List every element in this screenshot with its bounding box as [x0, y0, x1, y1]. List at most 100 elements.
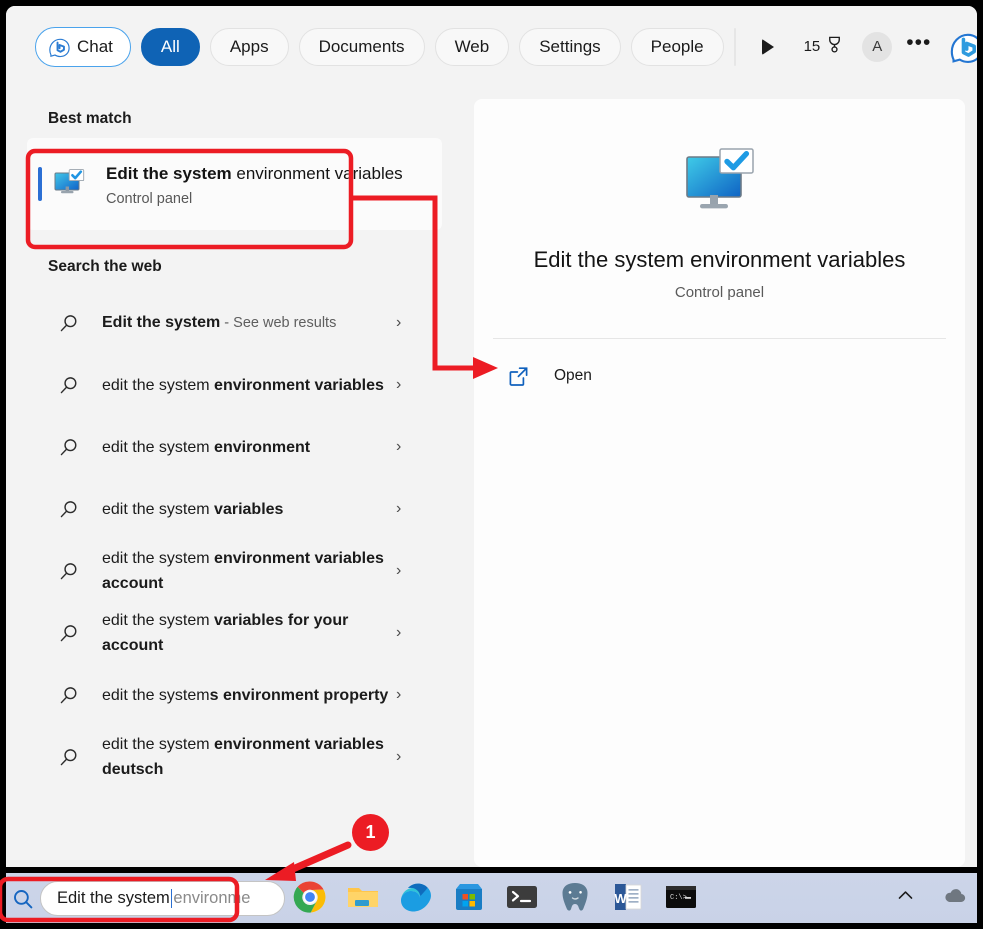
- filter-pill-web-label: Web: [455, 37, 490, 57]
- web-result-label: Edit the system - See web results: [102, 310, 390, 336]
- bing-chat-icon: [48, 36, 70, 58]
- microsoft-store-icon[interactable]: [451, 879, 487, 915]
- play-button[interactable]: [746, 27, 790, 67]
- web-result-label: edit the system environment variables ac…: [102, 546, 390, 596]
- open-external-icon: [508, 366, 529, 387]
- taskbar-app-icons: W C:\>: [292, 879, 699, 915]
- chevron-right-icon: ›: [396, 624, 410, 642]
- filter-pill-documents[interactable]: Documents: [299, 28, 425, 66]
- taskbar-search-icon[interactable]: [12, 888, 34, 910]
- open-button[interactable]: Open: [488, 353, 955, 399]
- web-result-item[interactable]: edit the system environment variables ›: [16, 354, 446, 416]
- web-result-prefix: edit the system: [102, 687, 210, 704]
- svg-text:C:\>: C:\>: [670, 894, 687, 902]
- web-result-prefix: edit the system: [102, 439, 214, 456]
- search-filter-bar: Chat All Apps Documents Web Settings Peo…: [6, 6, 977, 87]
- best-match-title: Edit the system environment variables: [106, 164, 403, 183]
- web-result-label: edit the system environment: [102, 435, 390, 460]
- filter-pill-settings-label: Settings: [539, 37, 600, 57]
- web-result-bold: environment variables: [214, 377, 384, 394]
- preview-panel: Edit the system environment variables Co…: [474, 99, 965, 867]
- best-match-title-rest: environment variables: [232, 164, 403, 183]
- svg-text:W: W: [614, 891, 627, 906]
- web-result-item[interactable]: edit the system environment variables de…: [16, 726, 446, 788]
- filter-pill-overflow[interactable]: [734, 28, 736, 66]
- rewards-button[interactable]: 15: [790, 35, 857, 58]
- search-icon: [58, 623, 79, 644]
- web-result-label: edit the system environment variables: [102, 373, 390, 398]
- web-result-label: edit the system variables for your accou…: [102, 608, 390, 658]
- web-result-prefix: edit the system: [102, 736, 214, 753]
- chevron-right-icon: ›: [396, 686, 410, 704]
- file-explorer-icon[interactable]: [345, 879, 381, 915]
- onedrive-cloud-icon[interactable]: [943, 886, 967, 910]
- best-match-subtitle: Control panel: [106, 191, 403, 207]
- more-options-button[interactable]: •••: [902, 31, 941, 63]
- header-actions: 15 A •••: [746, 27, 977, 67]
- selection-indicator: [38, 167, 42, 201]
- web-result-bold: environment: [214, 439, 310, 456]
- system-properties-icon: [52, 167, 86, 201]
- web-result-item[interactable]: edit the system environment ›: [16, 416, 446, 478]
- avatar-initial: A: [872, 38, 882, 55]
- chat-pill-button[interactable]: Chat: [35, 27, 131, 67]
- web-results-list: Edit the system - See web results › edit…: [6, 292, 452, 788]
- screenshot-root: Chat All Apps Documents Web Settings Peo…: [0, 0, 983, 929]
- web-result-item[interactable]: edit the system variables ›: [16, 478, 446, 540]
- command-prompt-icon[interactable]: C:\>: [663, 879, 699, 915]
- preview-subtitle: Control panel: [474, 284, 965, 301]
- filter-pill-people[interactable]: People: [631, 28, 724, 66]
- postgresql-icon[interactable]: [557, 879, 593, 915]
- web-result-bold: variables: [214, 501, 283, 518]
- web-result-label: edit the system variables: [102, 497, 390, 522]
- filter-pill-apps[interactable]: Apps: [210, 28, 289, 66]
- chevron-right-icon: ›: [396, 376, 410, 394]
- web-result-bold: s environment property: [210, 687, 389, 704]
- filter-pill-people-label: People: [651, 37, 704, 57]
- search-autocomplete-text: environme: [173, 889, 250, 908]
- web-result-bold: Edit the system: [102, 314, 220, 331]
- search-icon: [58, 375, 79, 396]
- filter-pill-all-label: All: [161, 37, 180, 57]
- windows-search-flyout: Chat All Apps Documents Web Settings Peo…: [6, 6, 977, 867]
- windows-terminal-icon[interactable]: [504, 879, 540, 915]
- web-result-item[interactable]: edit the systems environment property ›: [16, 664, 446, 726]
- rewards-medal-icon: [825, 35, 844, 58]
- show-hidden-icons-chevron[interactable]: [896, 886, 915, 910]
- search-icon: [58, 685, 79, 706]
- filter-pill-all[interactable]: All: [141, 28, 200, 66]
- rewards-count: 15: [804, 38, 821, 55]
- preview-divider: [493, 338, 946, 339]
- chevron-right-icon: ›: [396, 438, 410, 456]
- filter-pill-settings[interactable]: Settings: [519, 28, 620, 66]
- microsoft-word-icon[interactable]: W: [610, 879, 646, 915]
- web-result-prefix: edit the system: [102, 377, 214, 394]
- chrome-icon[interactable]: [292, 879, 328, 915]
- chevron-right-icon: ›: [396, 748, 410, 766]
- search-web-heading: Search the web: [6, 230, 452, 286]
- search-icon: [58, 747, 79, 768]
- best-match-result[interactable]: Edit the system environment variables Co…: [27, 138, 442, 230]
- preview-icon-wrap: [474, 145, 965, 217]
- step-badge-1-label: 1: [365, 822, 375, 843]
- system-properties-icon: [681, 145, 759, 217]
- system-tray: [896, 886, 967, 910]
- chevron-right-icon: ›: [396, 562, 410, 580]
- web-result-label: edit the system environment variables de…: [102, 732, 390, 782]
- filter-pill-web[interactable]: Web: [435, 28, 510, 66]
- chevron-right-icon: ›: [396, 314, 410, 332]
- web-result-prefix: edit the system: [102, 612, 214, 629]
- taskbar-search-input[interactable]: Edit the system environme: [40, 881, 285, 916]
- web-result-item[interactable]: edit the system environment variables ac…: [16, 540, 446, 602]
- best-match-heading: Best match: [6, 87, 452, 138]
- avatar[interactable]: A: [862, 32, 892, 62]
- web-result-prefix: edit the system: [102, 501, 214, 518]
- search-typed-text: Edit the system: [57, 889, 170, 908]
- best-match-title-bold: Edit the system: [106, 164, 232, 183]
- search-icon: [58, 561, 79, 582]
- bing-logo-icon[interactable]: [949, 30, 977, 64]
- text-caret: [171, 889, 173, 908]
- web-result-item[interactable]: Edit the system - See web results ›: [16, 292, 446, 354]
- edge-icon[interactable]: [398, 879, 434, 915]
- web-result-item[interactable]: edit the system variables for your accou…: [16, 602, 446, 664]
